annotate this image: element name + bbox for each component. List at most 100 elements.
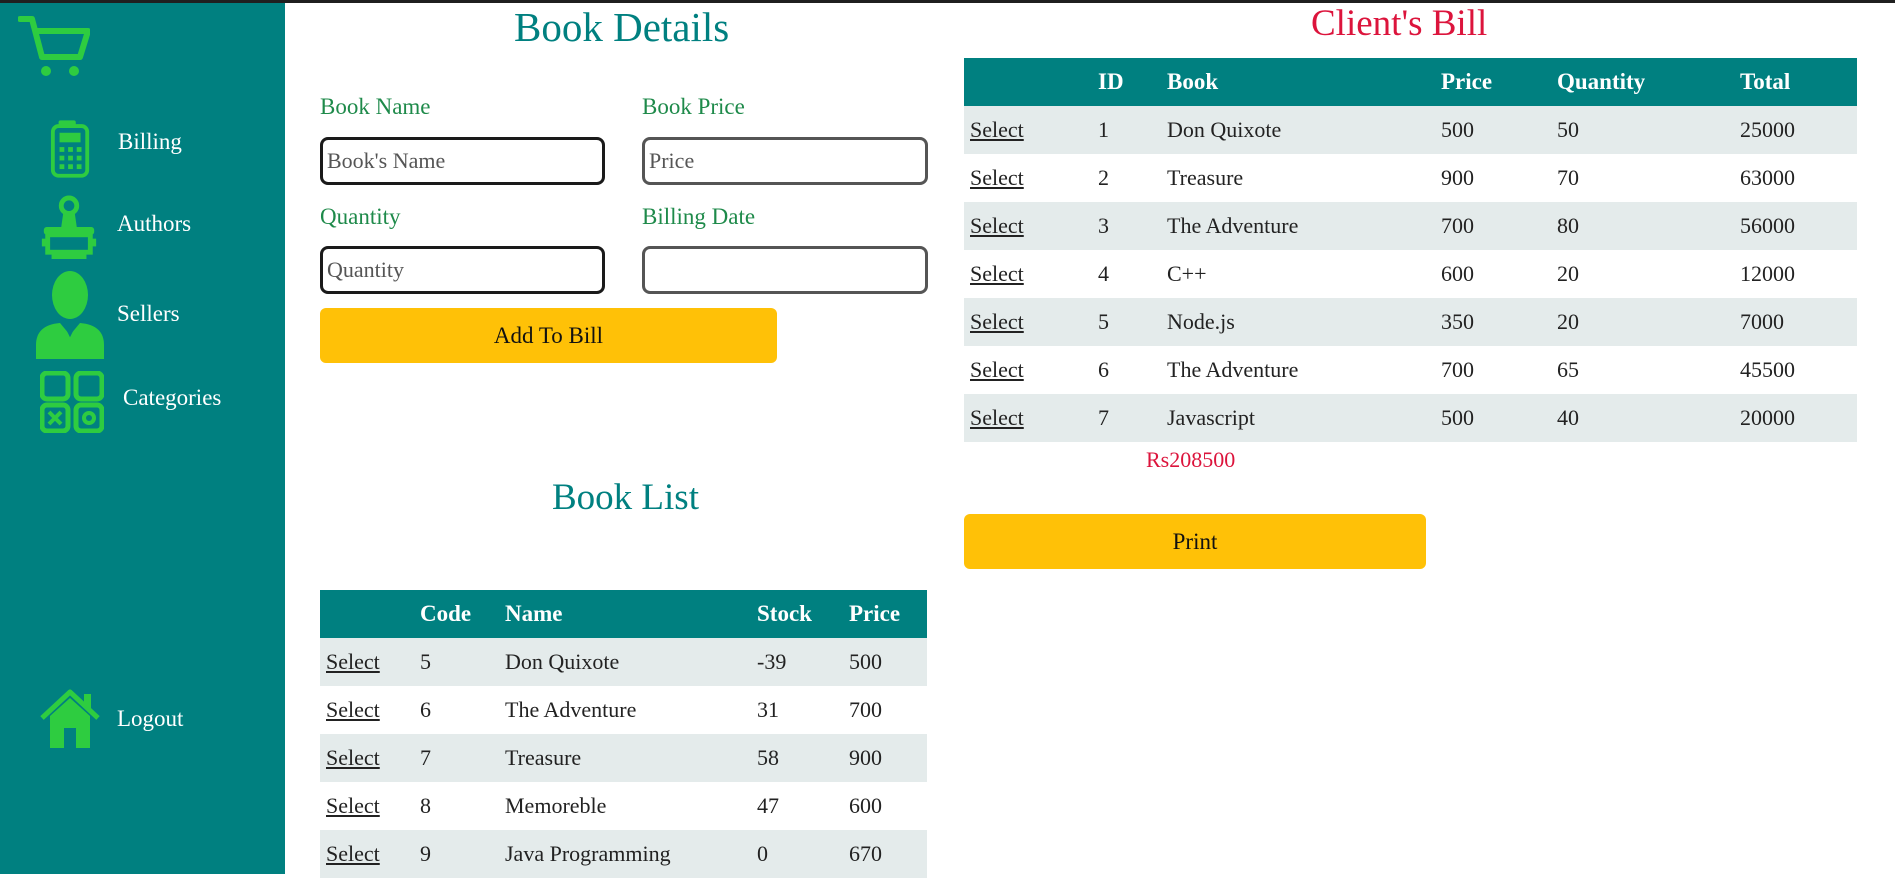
select-link[interactable]: Select — [970, 213, 1024, 238]
quantity-input[interactable] — [320, 246, 605, 294]
column-header — [964, 58, 1092, 106]
client-bill-title: Client's Bill — [1311, 3, 1488, 44]
stock-cell: 58 — [751, 734, 843, 782]
price-cell: 500 — [1435, 394, 1551, 442]
id-cell: 4 — [1092, 250, 1161, 298]
stock-cell: 0 — [751, 830, 843, 878]
id-cell: 2 — [1092, 154, 1161, 202]
book-name-input[interactable] — [320, 137, 605, 185]
sidebar-item-label: Categories — [123, 385, 222, 410]
client-bill-table: ID Book Price Quantity Total Select 1 Do… — [964, 58, 1857, 442]
select-link[interactable]: Select — [970, 405, 1024, 430]
categories-grid-icon — [40, 371, 104, 433]
calculator-icon — [50, 120, 90, 178]
book-cell: Don Quixote — [1161, 106, 1435, 154]
quantity-cell: 20 — [1551, 298, 1734, 346]
name-cell: The Adventure — [499, 686, 751, 734]
price-cell: 600 — [1435, 250, 1551, 298]
total-cell: 20000 — [1734, 394, 1857, 442]
column-header: ID — [1092, 58, 1161, 106]
table-header-row: Code Name Stock Price — [320, 590, 927, 638]
billing-date-input[interactable] — [642, 246, 928, 294]
id-cell: 7 — [1092, 394, 1161, 442]
select-link[interactable]: Select — [326, 793, 380, 818]
name-cell: Treasure — [499, 734, 751, 782]
total-cell: 45500 — [1734, 346, 1857, 394]
select-link[interactable]: Select — [970, 117, 1024, 142]
table-row: Select 7 Javascript 500 40 20000 — [964, 394, 1857, 442]
select-link[interactable]: Select — [326, 841, 380, 866]
column-header: Stock — [751, 590, 843, 638]
table-row: Select 5 Node.js 350 20 7000 — [964, 298, 1857, 346]
billing-date-label: Billing Date — [642, 204, 756, 229]
book-details-title: Book Details — [514, 4, 730, 50]
price-cell: 600 — [843, 782, 927, 830]
price-cell: 900 — [1435, 154, 1551, 202]
table-row: Select 3 The Adventure 700 80 56000 — [964, 202, 1857, 250]
total-cell: 63000 — [1734, 154, 1857, 202]
column-header: Code — [414, 590, 499, 638]
table-row: Select 1 Don Quixote 500 50 25000 — [964, 106, 1857, 154]
sidebar-item-label: Billing — [118, 129, 182, 154]
table-row: Select 8 Memoreble 47 600 — [320, 782, 927, 830]
sidebar-item-categories[interactable]: Categories — [0, 369, 285, 435]
price-cell: 900 — [843, 734, 927, 782]
sidebar-item-authors[interactable]: Authors — [0, 193, 285, 265]
quantity-cell: 70 — [1551, 154, 1734, 202]
sidebar-item-label: Authors — [117, 211, 192, 236]
price-cell: 670 — [843, 830, 927, 878]
id-cell: 1 — [1092, 106, 1161, 154]
add-to-bill-button[interactable]: Add To Bill — [320, 308, 777, 363]
table-row: Select 6 The Adventure 31 700 — [320, 686, 927, 734]
name-cell: Java Programming — [499, 830, 751, 878]
column-header: Quantity — [1551, 58, 1734, 106]
select-link[interactable]: Select — [326, 697, 380, 722]
select-link[interactable]: Select — [970, 165, 1024, 190]
book-cell: Treasure — [1161, 154, 1435, 202]
book-list-table: Code Name Stock Price Select 5 Don Quixo… — [320, 590, 927, 878]
total-cell: 12000 — [1734, 250, 1857, 298]
book-cell: Javascript — [1161, 394, 1435, 442]
column-header: Price — [1435, 58, 1551, 106]
name-cell: Memoreble — [499, 782, 751, 830]
stock-cell: -39 — [751, 638, 843, 686]
home-icon — [40, 689, 100, 748]
id-cell: 5 — [1092, 298, 1161, 346]
book-cell: The Adventure — [1161, 346, 1435, 394]
quantity-cell: 20 — [1551, 250, 1734, 298]
book-price-label: Book Price — [642, 94, 745, 119]
select-link[interactable]: Select — [970, 309, 1024, 334]
total-cell: 56000 — [1734, 202, 1857, 250]
quantity-label: Quantity — [320, 204, 401, 229]
select-link[interactable]: Select — [970, 357, 1024, 382]
person-icon — [36, 271, 104, 359]
sidebar-item-sellers[interactable]: Sellers — [0, 271, 285, 359]
sidebar-item-billing[interactable]: Billing — [0, 115, 285, 181]
select-link[interactable]: Select — [970, 261, 1024, 286]
book-price-input[interactable] — [642, 137, 928, 185]
table-row: Select 7 Treasure 58 900 — [320, 734, 927, 782]
select-link[interactable]: Select — [326, 649, 380, 674]
price-cell: 700 — [1435, 202, 1551, 250]
code-cell: 9 — [414, 830, 499, 878]
table-row: Select 4 C++ 600 20 12000 — [964, 250, 1857, 298]
quantity-cell: 65 — [1551, 346, 1734, 394]
quantity-cell: 40 — [1551, 394, 1734, 442]
table-row: Select 9 Java Programming 0 670 — [320, 830, 927, 878]
quantity-cell: 50 — [1551, 106, 1734, 154]
code-cell: 5 — [414, 638, 499, 686]
id-cell: 6 — [1092, 346, 1161, 394]
sidebar-item-label: Sellers — [117, 301, 180, 326]
select-link[interactable]: Select — [326, 745, 380, 770]
column-header: Total — [1734, 58, 1857, 106]
table-row: Select 2 Treasure 900 70 63000 — [964, 154, 1857, 202]
cart-icon[interactable] — [18, 13, 90, 81]
print-button[interactable]: Print — [964, 514, 1426, 569]
author-stamp-icon — [41, 195, 97, 259]
name-cell: Don Quixote — [499, 638, 751, 686]
code-cell: 8 — [414, 782, 499, 830]
price-cell: 500 — [843, 638, 927, 686]
sidebar-item-logout[interactable]: Logout — [0, 686, 285, 752]
column-header: Book — [1161, 58, 1435, 106]
price-cell: 700 — [843, 686, 927, 734]
